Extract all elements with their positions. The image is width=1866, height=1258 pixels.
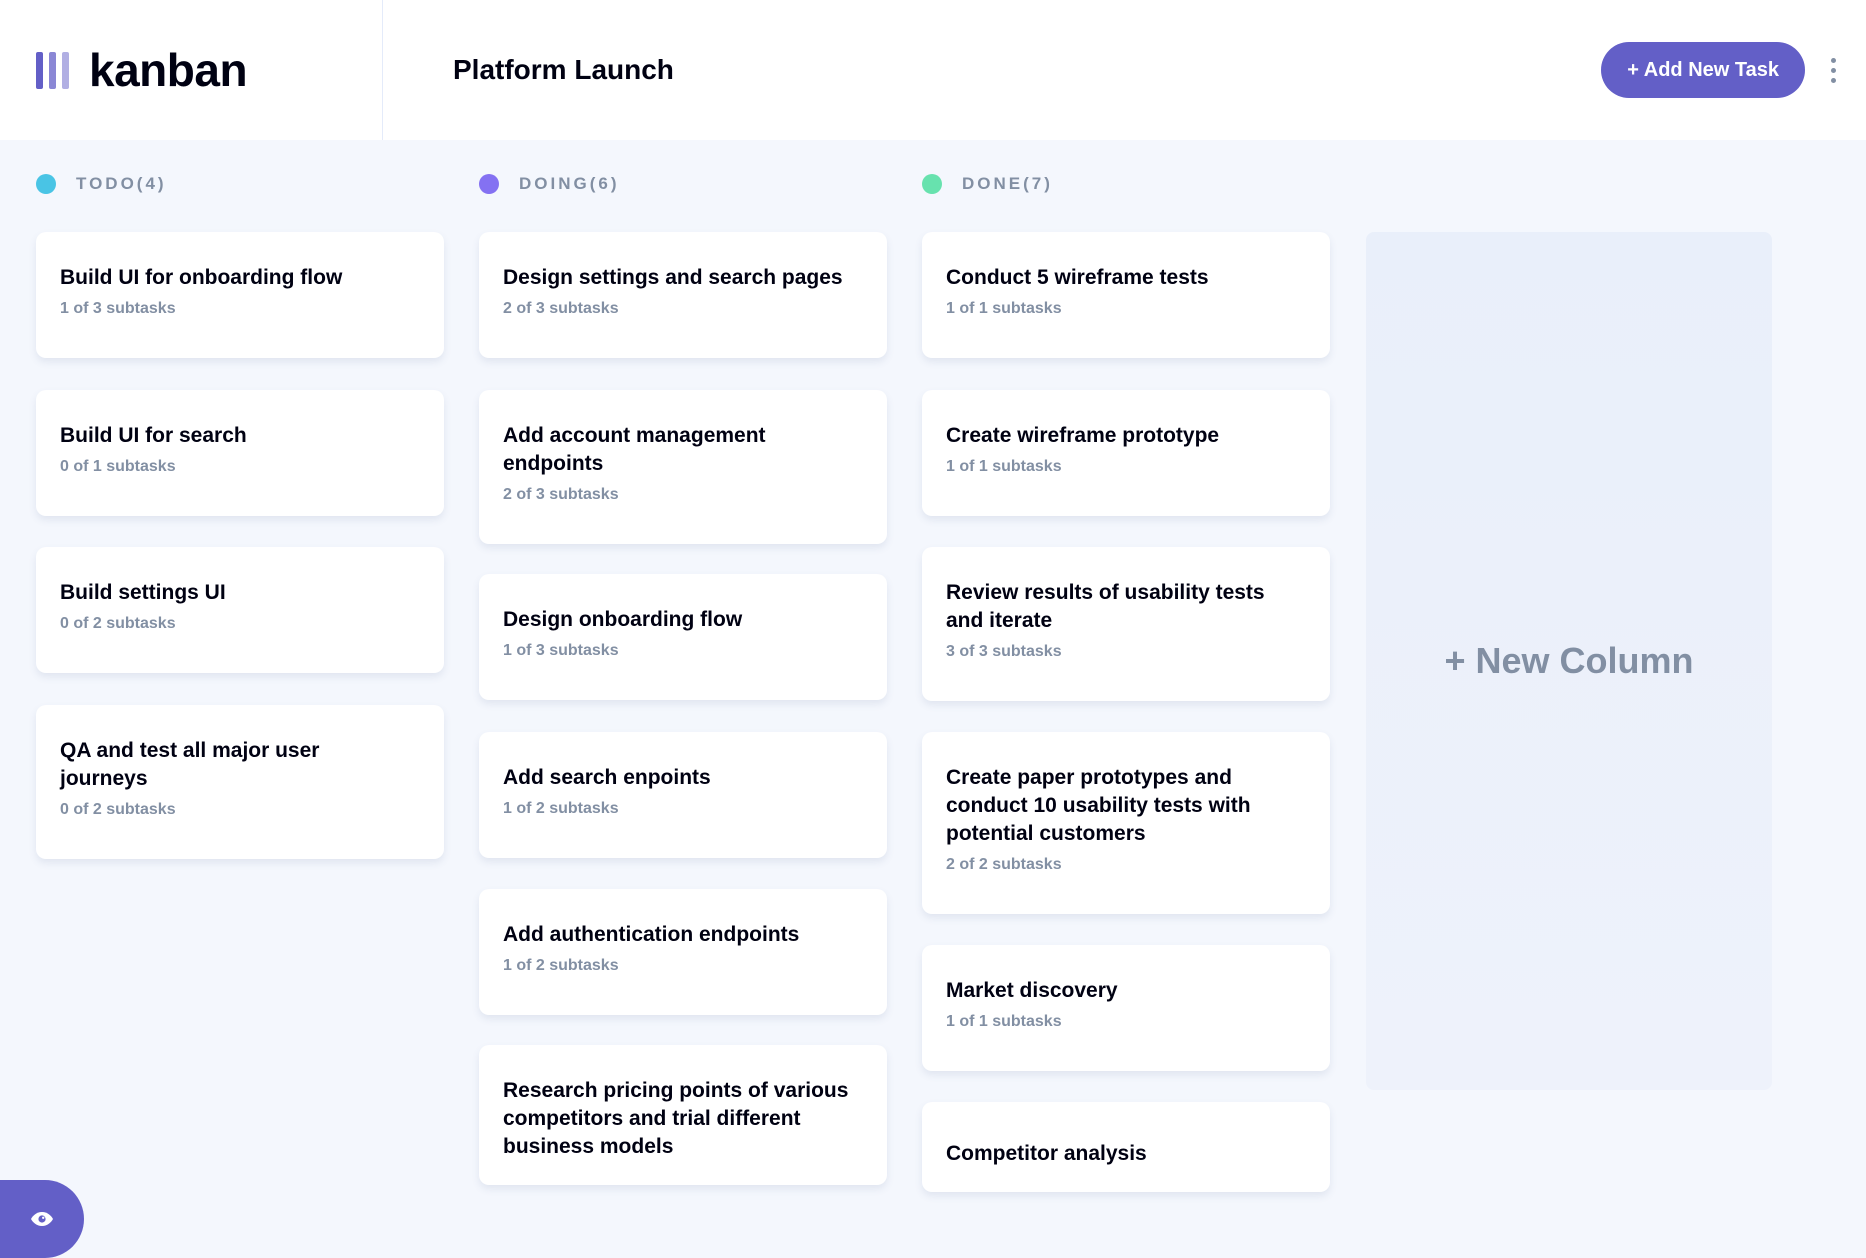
board: TODO(4) Build UI for onboarding flow 1 o… [0,140,1866,1258]
column-header: DONE(7) [922,174,1053,194]
task-subtasks: 1 of 3 subtasks [503,642,619,659]
task-card[interactable]: Conduct 5 wireframe tests 1 of 1 subtask… [922,232,1330,358]
task-title: Conduct 5 wireframe tests [946,266,1209,289]
task-title: Design onboarding flow [503,608,743,631]
task-title: Design settings and search pages [503,266,843,289]
new-column-button[interactable]: + New Column [1366,232,1772,1090]
column-title: TODO(4) [76,174,167,193]
task-card[interactable]: Create paper prototypes and conduct 10 u… [922,732,1330,914]
task-subtasks: 0 of 2 subtasks [60,615,176,632]
task-subtasks: 0 of 2 subtasks [60,801,176,818]
task-subtasks: 1 of 2 subtasks [503,800,619,817]
task-card[interactable]: Build UI for search 0 of 1 subtasks [36,390,444,516]
eye-icon [31,1212,53,1226]
task-subtasks: 1 of 1 subtasks [946,458,1062,475]
task-card[interactable]: Competitor analysis [922,1102,1330,1192]
task-title: Build UI for onboarding flow [60,266,343,289]
task-card[interactable]: Build UI for onboarding flow 1 of 3 subt… [36,232,444,358]
task-title: Create paper prototypes and conduct 10 u… [946,766,1251,845]
task-subtasks: 1 of 2 subtasks [503,957,619,974]
board-title: Platform Launch [453,54,674,85]
column-status-dot [479,174,499,194]
task-title: Build UI for search [60,424,247,447]
column-status-dot [36,174,56,194]
task-title: Market discovery [946,979,1118,1002]
task-title: Review results of usability tests and it… [946,581,1265,632]
task-card[interactable]: QA and test all major user journeys 0 of… [36,705,444,859]
logo: kanban [0,0,383,140]
task-title: Create wireframe prototype [946,424,1220,447]
task-subtasks: 3 of 3 subtasks [946,643,1062,660]
task-title: Build settings UI [60,581,226,604]
task-subtasks: 1 of 1 subtasks [946,1013,1062,1030]
task-subtasks: 2 of 2 subtasks [946,856,1062,873]
vertical-ellipsis-icon[interactable] [1827,54,1840,87]
task-title: Research pricing points of various compe… [503,1079,849,1158]
task-subtasks: 1 of 1 subtasks [946,300,1062,317]
show-sidebar-button[interactable] [0,1180,84,1258]
task-subtasks: 1 of 3 subtasks [60,300,176,317]
top-bar: kanban Platform Launch + Add New Task [0,0,1866,140]
task-card[interactable]: Design settings and search pages 2 of 3 … [479,232,887,358]
task-card[interactable]: Market discovery 1 of 1 subtasks [922,945,1330,1071]
task-card[interactable]: Add search enpoints 1 of 2 subtasks [479,732,887,858]
task-card[interactable]: Review results of usability tests and it… [922,547,1330,701]
column-status-dot [922,174,942,194]
task-subtasks: 0 of 1 subtasks [60,458,176,475]
task-card[interactable]: Add account management endpoints 2 of 3 … [479,390,887,544]
task-title: QA and test all major user journeys [60,739,320,790]
task-title: Add account management endpoints [503,424,766,475]
task-card[interactable]: Add authentication endpoints 1 of 2 subt… [479,889,887,1015]
kanban-bars-icon [36,51,69,89]
task-subtasks: 2 of 3 subtasks [503,486,619,503]
task-card[interactable]: Design onboarding flow 1 of 3 subtasks [479,574,887,700]
logo-text: kanban [89,44,248,96]
task-title: Add search enpoints [503,766,711,789]
task-title: Add authentication endpoints [503,923,800,946]
add-new-task-button[interactable]: + Add New Task [1601,42,1805,98]
column-title: DOING(6) [519,174,620,193]
task-card[interactable]: Research pricing points of various compe… [479,1045,887,1185]
task-subtasks: 2 of 3 subtasks [503,300,619,317]
column-title: DONE(7) [962,174,1053,193]
column-header: DOING(6) [479,174,620,194]
column-header: TODO(4) [36,174,167,194]
task-card[interactable]: Create wireframe prototype 1 of 1 subtas… [922,390,1330,516]
header-actions: + Add New Task [1601,42,1840,98]
task-card[interactable]: Build settings UI 0 of 2 subtasks [36,547,444,673]
